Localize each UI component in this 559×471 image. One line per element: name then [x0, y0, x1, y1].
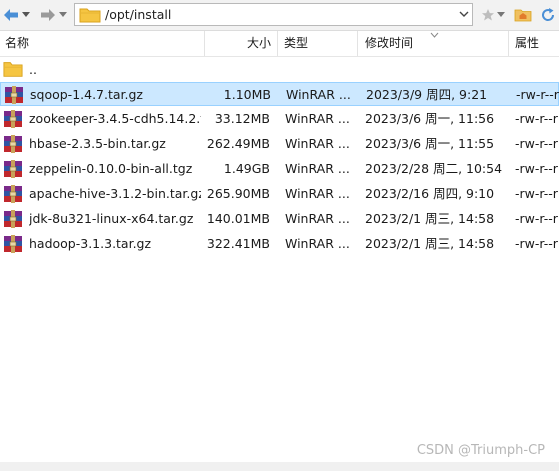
file-name: hadoop-3.1.3.tar.gz [29, 236, 152, 251]
file-size: 265.90MB [206, 186, 270, 201]
home-folder-icon [514, 9, 532, 22]
file-attributes: -rw-r--r [515, 236, 558, 251]
folder-icon [3, 62, 23, 77]
current-path[interactable]: /opt/install [105, 7, 171, 22]
winrar-archive-icon [5, 86, 23, 104]
chevron-down-icon[interactable] [458, 8, 470, 20]
file-type: WinRAR ... [285, 161, 350, 176]
file-attributes: -rw-r--r [515, 186, 558, 201]
chevron-down-icon [22, 12, 30, 17]
chevron-down-icon [497, 12, 505, 17]
file-list: .. sqoop-1.4.7.tar.gz 1.10MB WinRAR ... 202… [0, 57, 559, 462]
file-name: sqoop-1.4.7.tar.gz [30, 87, 143, 102]
watermark: CSDN @Triumph-CP [416, 443, 545, 458]
file-size: 140.01MB [206, 211, 270, 226]
file-attributes: -rw-r--r [515, 136, 558, 151]
file-type: WinRAR ... [285, 211, 350, 226]
sort-descending-icon [430, 32, 439, 38]
column-modified-header[interactable]: 修改时间 [365, 31, 413, 56]
horizontal-scrollbar[interactable] [0, 462, 559, 471]
winrar-archive-icon [4, 135, 22, 153]
path-combobox[interactable]: /opt/install [74, 3, 473, 26]
file-modified: 2023/3/9 周四, 9:21 [366, 87, 488, 102]
file-row[interactable]: hadoop-3.1.3.tar.gz 322.41MB WinRAR ... 202… [0, 232, 559, 256]
refresh-icon [542, 8, 555, 21]
file-name: zeppelin-0.10.0-bin-all.tgz [29, 161, 193, 176]
file-modified: 2023/2/1 周三, 14:58 [365, 236, 495, 251]
chevron-down-icon [59, 12, 67, 17]
file-attributes: -rw-r--r [515, 161, 558, 176]
column-divider[interactable] [508, 31, 509, 56]
winrar-archive-icon [4, 210, 22, 228]
refresh-button[interactable] [539, 4, 557, 26]
column-type-header[interactable]: 类型 [284, 31, 308, 56]
folder-icon [79, 8, 101, 23]
star-icon [482, 9, 494, 21]
file-modified: 2023/2/16 周四, 9:10 [365, 186, 495, 201]
forward-arrow-icon [41, 9, 55, 21]
file-type: WinRAR ... [286, 87, 351, 102]
file-row[interactable]: zookeeper-3.4.5-cdh5.14.2.t... 33.12MB Win… [0, 107, 559, 131]
winrar-archive-icon [4, 160, 22, 178]
file-size: 262.49MB [206, 136, 270, 151]
file-name: jdk-8u321-linux-x64.tar.gz [29, 211, 194, 226]
file-attributes: -rw-r--r [515, 111, 558, 126]
forward-button[interactable] [39, 4, 57, 26]
back-arrow-icon [4, 9, 18, 21]
column-divider[interactable] [357, 31, 358, 56]
file-type: WinRAR ... [285, 136, 350, 151]
file-type: WinRAR ... [285, 236, 350, 251]
file-row[interactable]: jdk-8u321-linux-x64.tar.gz 140.01MB WinRAR… [0, 207, 559, 231]
file-modified: 2023/3/6 周一, 11:55 [365, 136, 495, 151]
file-modified: 2023/2/28 周二, 10:54 [365, 161, 503, 176]
parent-directory-row[interactable]: .. [0, 57, 559, 81]
column-attributes-header[interactable]: 属性 [515, 31, 539, 56]
winrar-archive-icon [4, 110, 22, 128]
home-button[interactable] [514, 4, 532, 26]
file-modified: 2023/2/1 周三, 14:58 [365, 211, 495, 226]
file-row[interactable]: zeppelin-0.10.0-bin-all.tgz 1.49GB WinRAR … [0, 157, 559, 181]
file-row[interactable]: hbase-2.3.5-bin.tar.gz 262.49MB WinRAR ...… [0, 132, 559, 156]
file-size: 322.41MB [206, 236, 270, 251]
winrar-archive-icon [4, 185, 22, 203]
file-name: zookeeper-3.4.5-cdh5.14.2.t... [29, 111, 201, 126]
bookmark-button[interactable] [480, 4, 496, 26]
column-size-header[interactable]: 大小 [205, 31, 271, 56]
file-size: 1.10MB [223, 87, 271, 102]
file-row[interactable]: apache-hive-3.1.2-bin.tar.gz 265.90MB WinR… [0, 182, 559, 206]
column-header: 名称 大小 类型 修改时间 属性 [0, 31, 559, 57]
forward-history-dropdown[interactable] [58, 4, 68, 26]
file-size: 33.12MB [214, 111, 270, 126]
parent-directory-label: .. [29, 62, 37, 77]
file-size: 1.49GB [223, 161, 270, 176]
file-name: apache-hive-3.1.2-bin.tar.gz [29, 186, 201, 201]
back-history-dropdown[interactable] [21, 4, 31, 26]
column-divider[interactable] [277, 31, 278, 56]
file-attributes: -rw-r--r [516, 87, 559, 102]
bookmark-dropdown[interactable] [496, 4, 506, 26]
navigation-toolbar: /opt/install [0, 0, 559, 31]
file-row[interactable]: sqoop-1.4.7.tar.gz 1.10MB WinRAR ... 2023/3… [0, 82, 559, 106]
file-attributes: -rw-r--r [515, 211, 558, 226]
column-name-header[interactable]: 名称 [5, 31, 29, 56]
back-button[interactable] [2, 4, 20, 26]
winrar-archive-icon [4, 235, 22, 253]
file-name: hbase-2.3.5-bin.tar.gz [29, 136, 166, 151]
file-modified: 2023/3/6 周一, 11:56 [365, 111, 495, 126]
file-type: WinRAR ... [285, 186, 350, 201]
file-type: WinRAR ... [285, 111, 350, 126]
